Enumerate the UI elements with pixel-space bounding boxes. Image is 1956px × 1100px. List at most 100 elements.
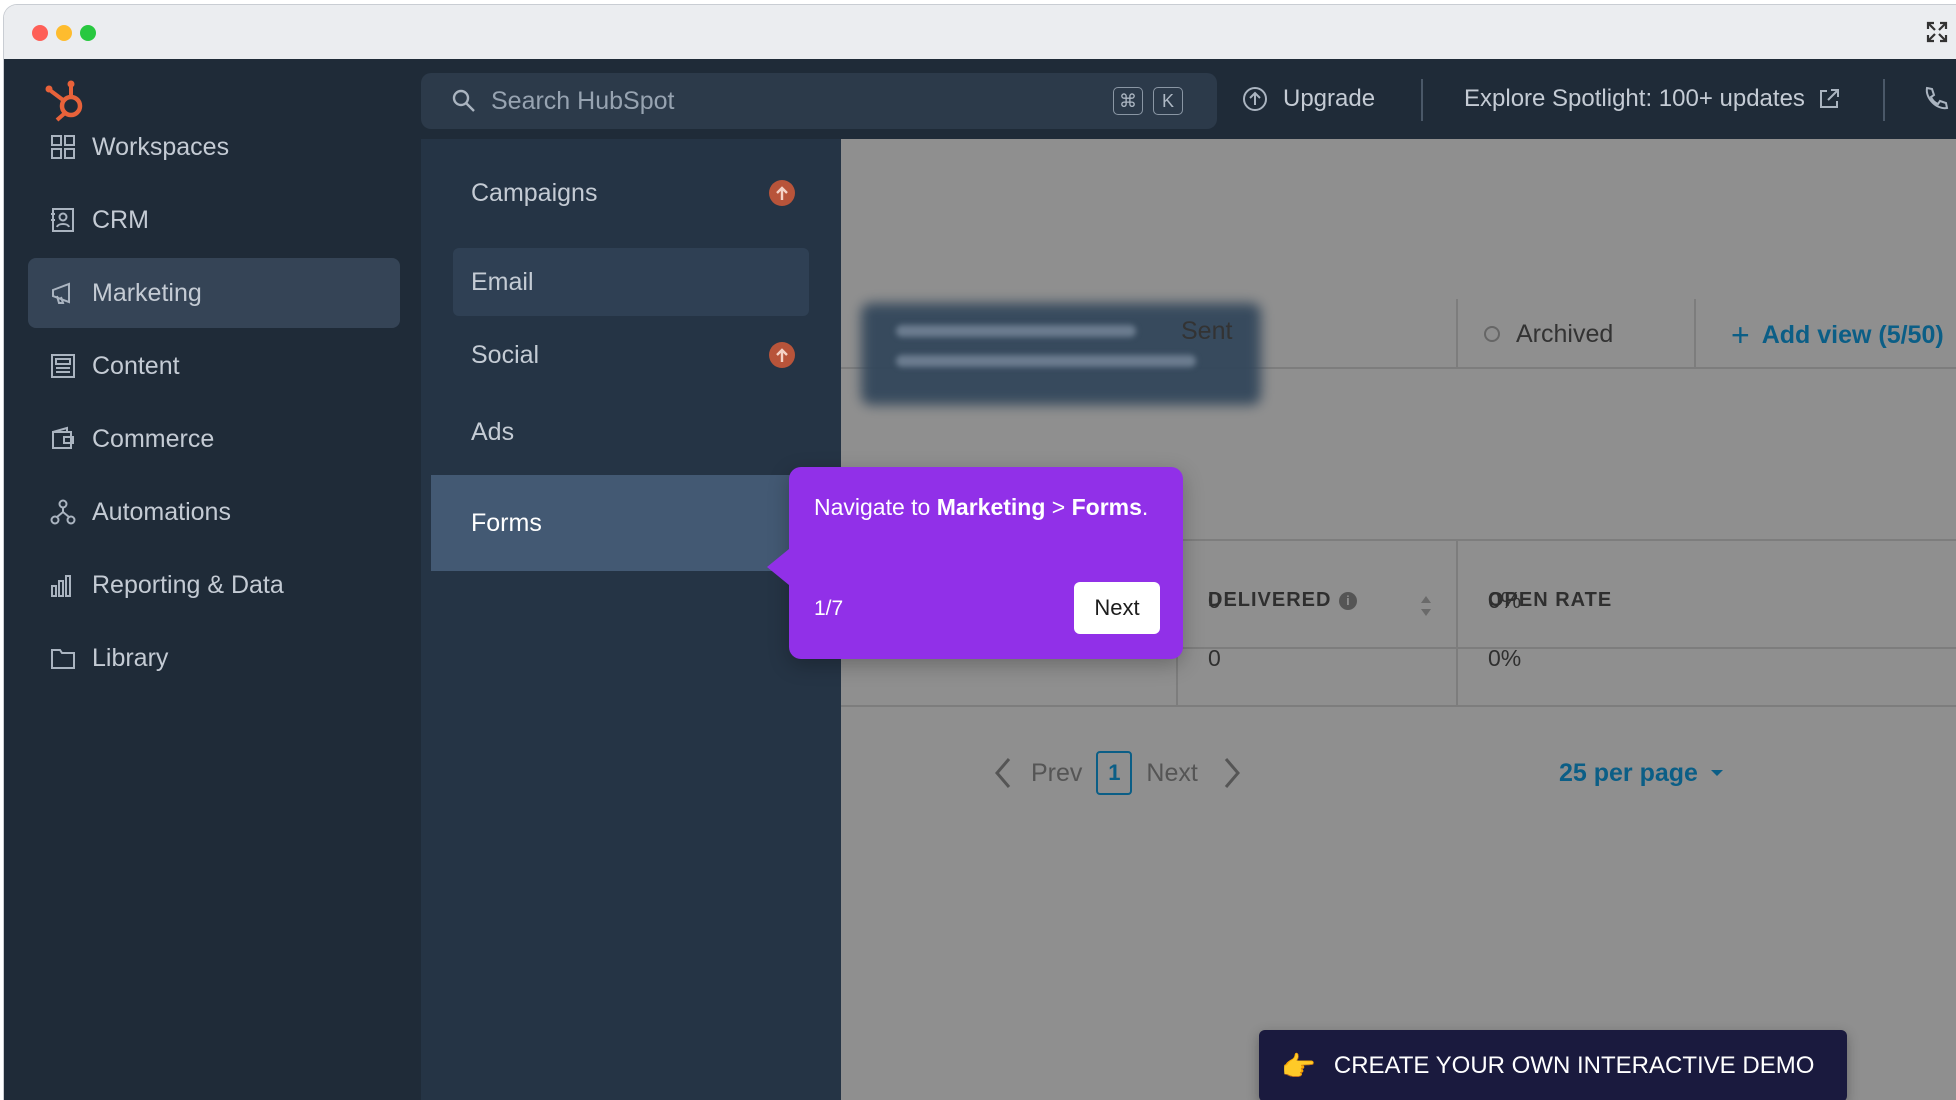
column-header-delivered[interactable]: DELIVERED i bbox=[1208, 589, 1358, 612]
blurred-text bbox=[896, 355, 1196, 367]
wallet-icon bbox=[48, 424, 78, 454]
upgrade-label: Upgrade bbox=[1283, 85, 1376, 112]
tooltip-text-marketing: Marketing bbox=[936, 494, 1046, 520]
chevron-right-icon[interactable] bbox=[1220, 755, 1244, 791]
nav-label: CRM bbox=[92, 205, 149, 234]
left-nav: Workspaces CRM Marketing Content Commerc… bbox=[4, 59, 421, 1100]
search-placeholder: Search HubSpot bbox=[491, 86, 675, 115]
tooltip-step-counter: 1/7 bbox=[814, 597, 844, 620]
workflow-icon bbox=[48, 497, 78, 527]
add-view-label: Add view (5/50) bbox=[1761, 321, 1944, 349]
search-input[interactable]: Search HubSpot ⌘ K bbox=[421, 73, 1217, 129]
tooltip-text: Navigate to Marketing > Forms. bbox=[814, 491, 1154, 524]
nav-label: Library bbox=[92, 643, 169, 672]
cell-open-rate: 0% bbox=[1488, 587, 1522, 613]
tab-archived[interactable]: Archived bbox=[1456, 299, 1696, 369]
window-titlebar bbox=[4, 5, 1956, 59]
column-header-label: DELIVERED bbox=[1208, 589, 1332, 611]
tooltip-text-forms: Forms bbox=[1071, 494, 1142, 520]
prev-button[interactable]: Prev bbox=[1031, 759, 1082, 788]
submenu-label: Campaigns bbox=[471, 178, 598, 207]
nav-label: Content bbox=[92, 351, 180, 380]
document-icon bbox=[48, 351, 78, 381]
nav-label: Reporting & Data bbox=[92, 570, 284, 599]
nav-label: Commerce bbox=[92, 424, 215, 453]
tooltip-text-separator: > bbox=[1045, 494, 1072, 520]
pointing-hand-icon: 👉 bbox=[1281, 1050, 1316, 1082]
page-number[interactable]: 1 bbox=[1096, 751, 1133, 795]
topbar-divider bbox=[1883, 79, 1885, 121]
tooltip-text-suffix: . bbox=[1141, 494, 1149, 520]
nav-crm[interactable]: CRM bbox=[28, 185, 400, 255]
cell-delivered: 0 bbox=[1208, 587, 1221, 613]
maximize-window-button[interactable] bbox=[80, 25, 96, 41]
create-demo-button[interactable]: 👉 CREATE YOUR OWN INTERACTIVE DEMO bbox=[1259, 1030, 1847, 1100]
nav-library[interactable]: Library bbox=[28, 623, 400, 693]
submenu-label: Email bbox=[471, 267, 534, 296]
column-divider bbox=[1456, 539, 1458, 707]
tooltip-arrow bbox=[767, 549, 789, 585]
megaphone-icon bbox=[48, 278, 78, 308]
nav-reporting[interactable]: Reporting & Data bbox=[28, 550, 400, 620]
submenu-label: Social bbox=[471, 340, 540, 369]
per-page-dropdown[interactable]: 25 per page bbox=[1559, 749, 1724, 797]
submenu-email[interactable]: Email bbox=[453, 248, 809, 316]
top-bar: Search HubSpot ⌘ K Upgrade Explore Spotl… bbox=[421, 59, 1956, 139]
chevron-left-icon[interactable] bbox=[991, 755, 1015, 791]
sort-icon[interactable] bbox=[1419, 594, 1433, 618]
shortcut-k-key: K bbox=[1153, 87, 1183, 115]
add-view-button[interactable]: + Add view (5/50) bbox=[1731, 317, 1944, 354]
minimize-window-button[interactable] bbox=[56, 25, 72, 41]
cell-open-rate: 0% bbox=[1488, 645, 1522, 671]
tab-archived-label: Archived bbox=[1516, 319, 1614, 348]
tab-sent[interactable]: Sent bbox=[1181, 317, 1232, 346]
nav-marketing[interactable]: Marketing bbox=[28, 258, 400, 328]
marketing-submenu: Campaigns Email Social Ads Forms bbox=[421, 139, 841, 1100]
upgrade-button[interactable]: Upgrade bbox=[1241, 59, 1375, 139]
external-link-icon bbox=[1819, 89, 1839, 108]
nav-automations[interactable]: Automations bbox=[28, 477, 400, 547]
per-page-label: 25 per page bbox=[1559, 758, 1698, 787]
cell-delivered: 0 bbox=[1208, 645, 1221, 671]
browser-window: Sent Archived + Add view (5/50) DELIVERE… bbox=[3, 4, 1956, 1100]
hubspot-app: Sent Archived + Add view (5/50) DELIVERE… bbox=[4, 59, 1956, 1100]
folder-icon bbox=[48, 643, 78, 673]
table-divider bbox=[841, 705, 1956, 707]
nav-workspaces[interactable]: Workspaces bbox=[28, 112, 400, 182]
submenu-label: Forms bbox=[471, 508, 542, 537]
tour-tooltip: Navigate to Marketing > Forms. 1/7 Next bbox=[767, 467, 1183, 659]
radio-icon bbox=[1484, 326, 1500, 342]
caret-down-icon bbox=[1710, 770, 1723, 776]
close-window-button[interactable] bbox=[32, 25, 48, 41]
bar-chart-icon bbox=[48, 570, 78, 600]
submenu-campaigns[interactable]: Campaigns bbox=[453, 159, 809, 227]
upgrade-badge-icon bbox=[769, 180, 795, 206]
spotlight-link[interactable]: Explore Spotlight: 100+ updates bbox=[1464, 59, 1841, 139]
submenu-ads[interactable]: Ads bbox=[453, 398, 809, 466]
phone-icon[interactable] bbox=[1921, 85, 1949, 113]
nav-label: Marketing bbox=[92, 278, 202, 307]
nav-label: Workspaces bbox=[92, 132, 230, 161]
topbar-divider bbox=[1421, 79, 1423, 121]
grid-icon bbox=[48, 132, 78, 162]
upgrade-icon bbox=[1243, 87, 1267, 111]
upgrade-badge-icon bbox=[769, 342, 795, 368]
info-icon[interactable]: i bbox=[1339, 591, 1358, 610]
blurred-text bbox=[896, 325, 1136, 337]
plus-icon: + bbox=[1731, 317, 1750, 353]
create-demo-label: CREATE YOUR OWN INTERACTIVE DEMO bbox=[1333, 1052, 1815, 1079]
fullscreen-icon[interactable] bbox=[1926, 21, 1948, 43]
nav-content[interactable]: Content bbox=[28, 331, 400, 401]
tooltip-next-button[interactable]: Next bbox=[1074, 582, 1160, 634]
contacts-icon bbox=[48, 205, 78, 235]
tooltip-text-prefix: Navigate to bbox=[814, 494, 937, 520]
next-page-button[interactable]: Next bbox=[1146, 759, 1197, 788]
shortcut-cmd-key: ⌘ bbox=[1113, 87, 1143, 115]
nav-commerce[interactable]: Commerce bbox=[28, 404, 400, 474]
pagination: Prev 1 Next bbox=[991, 749, 1244, 797]
nav-label: Automations bbox=[92, 497, 231, 526]
spotlight-label: Explore Spotlight: 100+ updates bbox=[1464, 85, 1805, 112]
submenu-social[interactable]: Social bbox=[453, 321, 809, 389]
search-icon bbox=[452, 89, 475, 112]
submenu-label: Ads bbox=[471, 417, 515, 446]
